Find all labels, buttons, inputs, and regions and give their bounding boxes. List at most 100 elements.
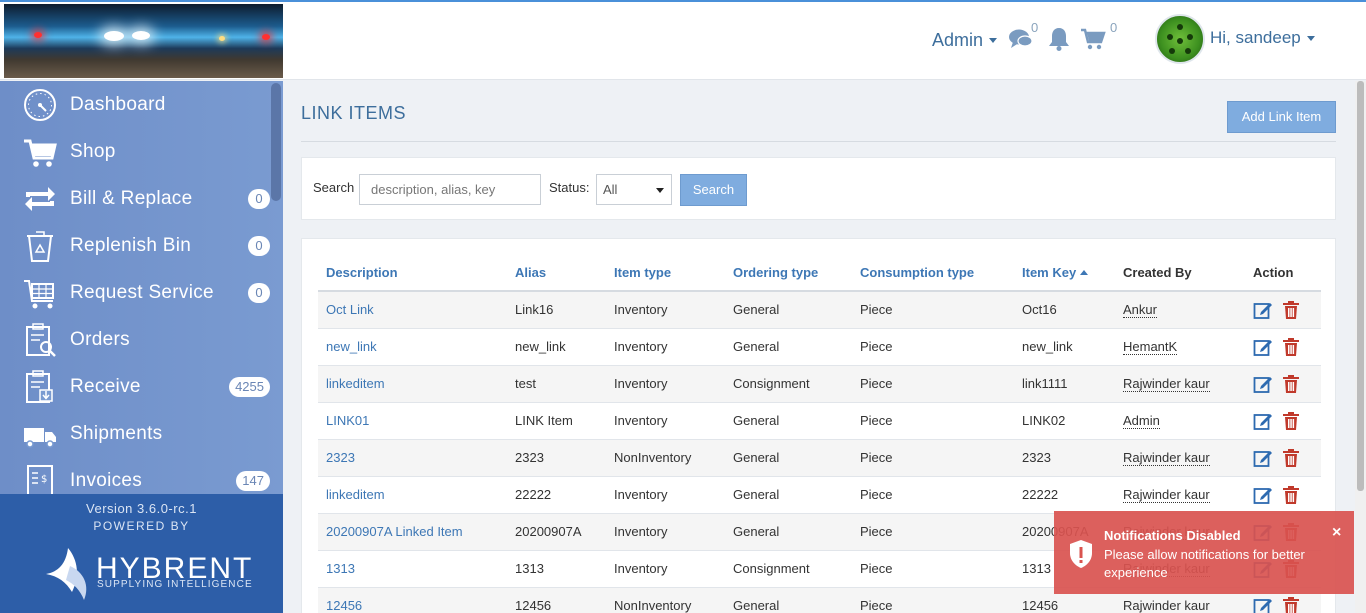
- sidebar-item-label: Replenish Bin: [70, 234, 192, 256]
- admin-dropdown[interactable]: Admin: [932, 30, 998, 51]
- delete-icon[interactable]: [1281, 596, 1301, 613]
- delete-icon[interactable]: [1281, 485, 1301, 505]
- add-link-item-button[interactable]: Add Link Item: [1227, 101, 1336, 133]
- description-cell[interactable]: 2323: [318, 439, 507, 477]
- orders-clipboard-icon: [26, 322, 56, 357]
- edit-icon[interactable]: [1253, 485, 1273, 505]
- column-header-consumption-type[interactable]: Consumption type: [852, 255, 1014, 292]
- status-select[interactable]: All: [596, 174, 672, 205]
- ordering-type-cell: General: [725, 328, 852, 366]
- sidebar-item-dashboard[interactable]: Dashboard: [0, 81, 270, 128]
- search-input[interactable]: [359, 174, 541, 205]
- sidebar-item-replenish-bin[interactable]: Replenish Bin 0: [0, 222, 270, 269]
- delete-icon[interactable]: [1281, 411, 1301, 431]
- created-by-cell: Rajwinder kaur: [1115, 365, 1245, 403]
- sidebar-item-orders[interactable]: Orders: [0, 316, 270, 363]
- description-cell[interactable]: linkeditem: [318, 365, 507, 403]
- toast-close-button[interactable]: ×: [1332, 524, 1341, 542]
- sidebar-scrollbar[interactable]: [271, 83, 281, 201]
- consumption-type-cell: Piece: [852, 476, 1014, 514]
- delete-icon[interactable]: [1281, 300, 1301, 320]
- item-type-cell: Inventory: [606, 365, 725, 403]
- sidebar-item-shop[interactable]: Shop: [0, 128, 270, 175]
- sidebar-item-label: Request Service: [70, 281, 214, 303]
- user-dropdown[interactable]: Hi, sandeep: [1210, 28, 1315, 48]
- ordering-type-cell: General: [725, 439, 852, 477]
- created-by-name: Rajwinder kaur: [1123, 376, 1210, 392]
- company-logo-image[interactable]: [4, 4, 283, 78]
- table-row: linkeditem 22222 Inventory General Piece 2222…: [318, 476, 1321, 514]
- sidebar-footer: Version 3.6.0-rc.1 POWERED BY HYBRENT SU…: [0, 494, 283, 613]
- column-header-item-type[interactable]: Item type: [606, 255, 725, 292]
- sidebar-item-invoices[interactable]: $ Invoices 147: [0, 457, 270, 494]
- column-header-alias[interactable]: Alias: [507, 255, 606, 292]
- consumption-type-cell: Piece: [852, 550, 1014, 588]
- status-selected-value: All: [603, 182, 618, 197]
- item-type-cell: NonInventory: [606, 439, 725, 477]
- item-key-cell: new_link: [1014, 328, 1115, 366]
- alias-cell: test: [507, 365, 606, 403]
- item-type-cell: Inventory: [606, 550, 725, 588]
- cart-icon[interactable]: [1080, 26, 1106, 52]
- ordering-type-cell: General: [725, 587, 852, 613]
- item-type-cell: Inventory: [606, 513, 725, 551]
- shopping-cart-icon: [24, 139, 57, 167]
- sidebar-item-request-service[interactable]: Request Service 0: [0, 269, 270, 316]
- edit-icon[interactable]: [1253, 374, 1273, 394]
- edit-icon[interactable]: [1253, 411, 1273, 431]
- action-cell: [1245, 365, 1321, 403]
- bell-icon[interactable]: [1046, 26, 1072, 52]
- item-key-cell: Oct16: [1014, 291, 1115, 329]
- service-cart-icon: [24, 279, 54, 308]
- description-cell[interactable]: Oct Link: [318, 291, 507, 329]
- column-header-ordering-type[interactable]: Ordering type: [725, 255, 852, 292]
- receive-clipboard-icon: [26, 369, 53, 403]
- user-greeting: Hi, sandeep: [1210, 28, 1301, 47]
- page-scrollbar[interactable]: [1355, 81, 1366, 613]
- description-cell[interactable]: new_link: [318, 328, 507, 366]
- description-cell[interactable]: 20200907A Linked Item: [318, 513, 507, 551]
- description-cell[interactable]: 12456: [318, 587, 507, 613]
- sidebar-item-shipments[interactable]: Shipments: [0, 410, 270, 457]
- app-version: Version 3.6.0-rc.1: [86, 501, 197, 516]
- chevron-down-icon: [656, 188, 664, 193]
- created-by-name: HemantK: [1123, 339, 1178, 355]
- alias-cell: 1313: [507, 550, 606, 588]
- sidebar-badge: 0: [248, 235, 270, 256]
- sidebar-nav: Dashboard Shop Bill & Replace 0 Replenis…: [0, 81, 283, 494]
- delete-icon[interactable]: [1281, 448, 1301, 468]
- consumption-type-cell: Piece: [852, 513, 1014, 551]
- edit-icon[interactable]: [1253, 448, 1273, 468]
- sidebar-item-receive[interactable]: Receive 4255: [0, 363, 270, 410]
- description-cell[interactable]: LINK01: [318, 402, 507, 440]
- brand-tagline: SUPPLYING INTELLIGENCE: [97, 579, 253, 590]
- edit-icon[interactable]: [1253, 337, 1273, 357]
- column-header-created-by: Created By: [1115, 255, 1245, 292]
- description-cell[interactable]: linkeditem: [318, 476, 507, 514]
- ordering-type-cell: General: [725, 513, 852, 551]
- sidebar-item-label: Bill & Replace: [70, 187, 193, 209]
- sort-ascending-icon: [1080, 270, 1089, 275]
- alias-cell: 12456: [507, 587, 606, 613]
- column-header-description[interactable]: Description: [318, 255, 507, 292]
- dashboard-gauge-icon: [24, 88, 56, 121]
- table-header-row: Description Alias Item type Ordering typ…: [318, 255, 1321, 292]
- created-by-cell: Rajwinder kaur: [1115, 476, 1245, 514]
- sidebar-item-bill-replace[interactable]: Bill & Replace 0: [0, 175, 270, 222]
- alias-cell: 22222: [507, 476, 606, 514]
- powered-by-label: POWERED BY: [93, 519, 190, 533]
- delete-icon[interactable]: [1281, 374, 1301, 394]
- item-type-cell: Inventory: [606, 476, 725, 514]
- item-type-cell: Inventory: [606, 402, 725, 440]
- hybrent-logo-icon: [46, 548, 87, 600]
- table-row: Oct Link Link16 Inventory General Piece Oct16…: [318, 291, 1321, 329]
- page-scrollbar-thumb[interactable]: [1357, 81, 1364, 491]
- edit-icon[interactable]: [1253, 596, 1273, 613]
- column-header-item-key[interactable]: Item Key: [1014, 255, 1115, 292]
- created-by-cell: Rajwinder kaur: [1115, 439, 1245, 477]
- search-button[interactable]: Search: [680, 174, 747, 206]
- delete-icon[interactable]: [1281, 337, 1301, 357]
- description-cell[interactable]: 1313: [318, 550, 507, 588]
- user-avatar[interactable]: [1155, 14, 1205, 64]
- edit-icon[interactable]: [1253, 300, 1273, 320]
